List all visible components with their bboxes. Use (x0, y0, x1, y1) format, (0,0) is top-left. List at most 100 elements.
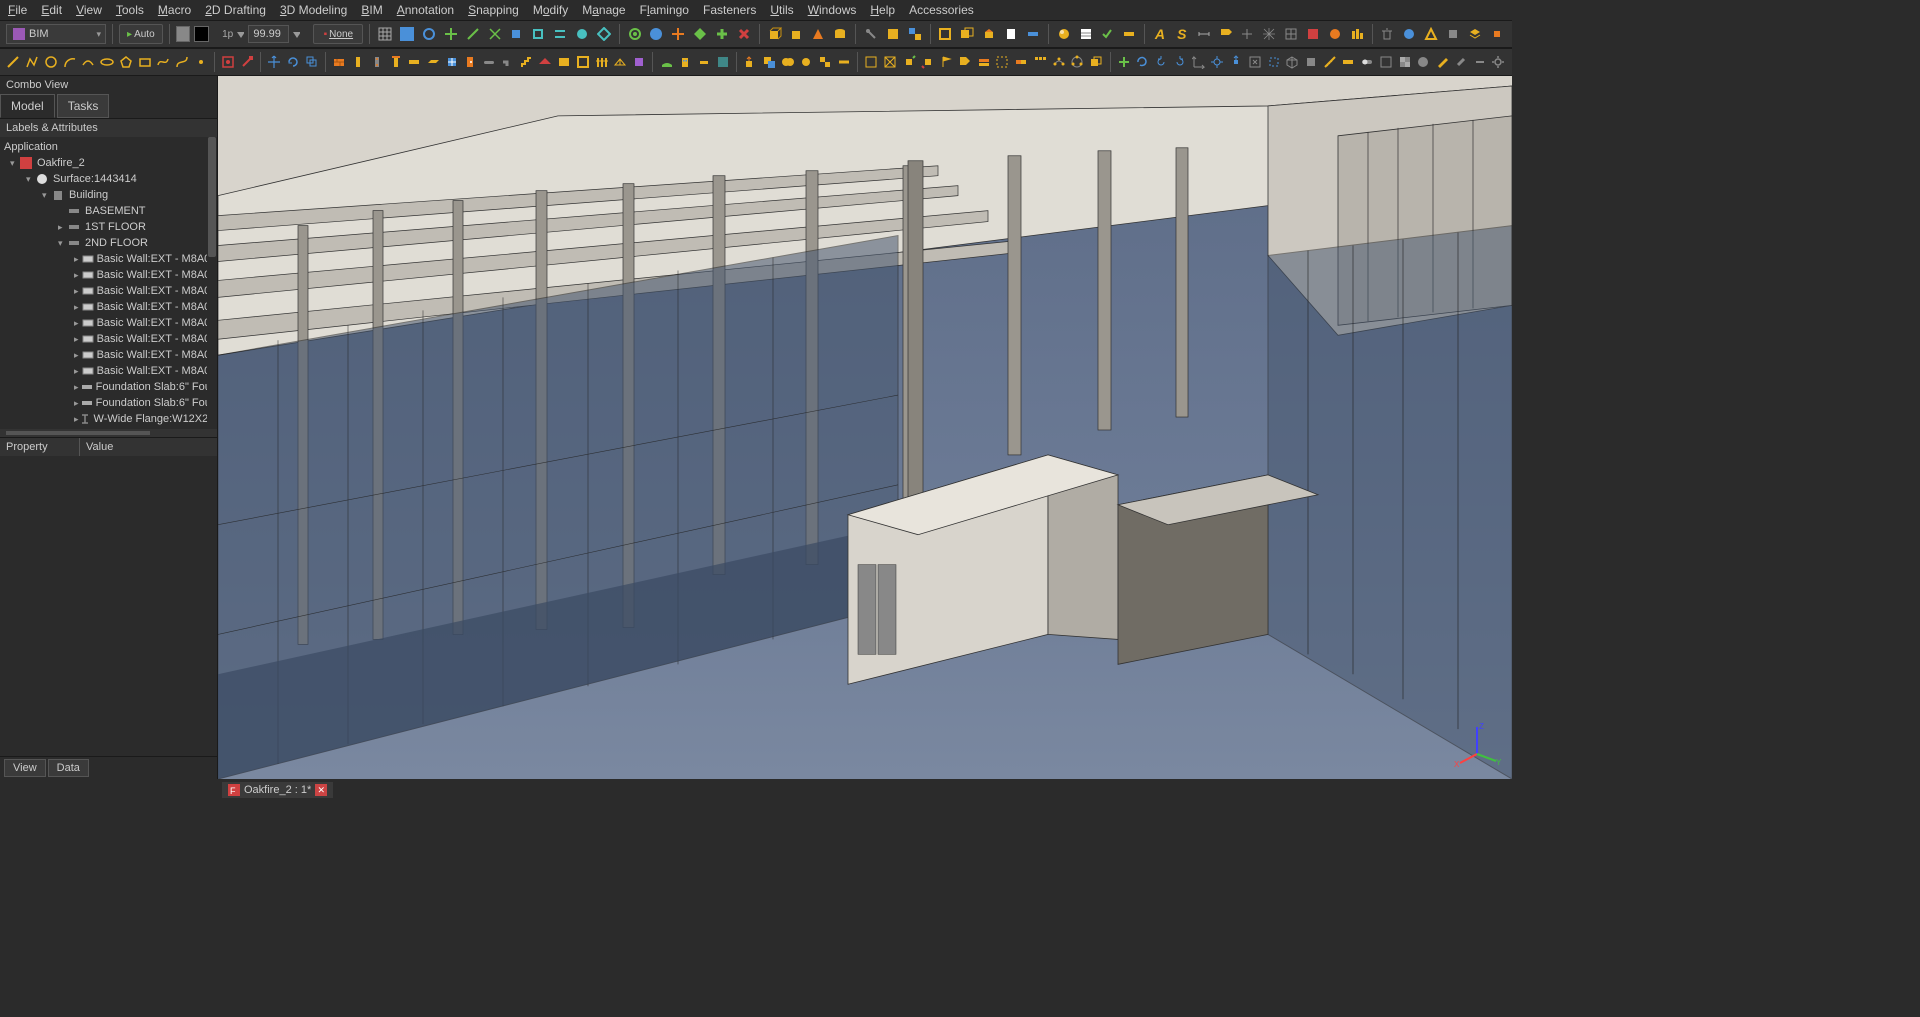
snap-spec-icon[interactable] (573, 24, 591, 44)
label-icon[interactable] (1217, 24, 1235, 44)
menu-utils[interactable]: Utils (770, 3, 793, 17)
tree-wall[interactable]: ▸Basic Wall:EXT - M8A0F (0, 315, 217, 331)
meshify-icon[interactable] (883, 52, 898, 72)
roof-icon[interactable] (538, 52, 553, 72)
space-icon[interactable] (715, 52, 730, 72)
sched-icon[interactable] (1077, 24, 1095, 44)
tree-wall[interactable]: ▸Basic Wall:EXT - M8A0F (0, 363, 217, 379)
preflight-icon[interactable] (1098, 24, 1116, 44)
tag-icon[interactable] (958, 52, 973, 72)
prop-tab-data[interactable]: Data (48, 759, 89, 777)
bspline-icon[interactable] (156, 52, 171, 72)
menu-accessories[interactable]: Accessories (909, 3, 974, 17)
refresh-icon[interactable] (1135, 52, 1150, 72)
path-array-icon[interactable] (1051, 52, 1066, 72)
material-icon[interactable] (1055, 24, 1073, 44)
menu-flamingo[interactable]: Flamingo (640, 3, 689, 17)
menu-windows[interactable]: Windows (808, 3, 857, 17)
comp-icon[interactable] (937, 24, 955, 44)
menu-file[interactable]: File (8, 3, 27, 17)
ifc-icon[interactable] (1400, 24, 1418, 44)
cyl-icon[interactable] (831, 24, 849, 44)
tree-view[interactable]: Application ▾Oakfire_2 ▾Surface:1443414 … (0, 137, 217, 429)
tree-wall[interactable]: ▸Basic Wall:EXT - M8A0F (0, 299, 217, 315)
undo-icon[interactable] (1154, 52, 1169, 72)
measure2-icon[interactable] (1341, 52, 1356, 72)
plus-icon[interactable] (1116, 52, 1131, 72)
wireframe-icon[interactable] (1379, 52, 1394, 72)
axis-sys-icon[interactable] (1260, 24, 1278, 44)
dim-icon[interactable] (1195, 24, 1213, 44)
cut-icon[interactable] (762, 52, 777, 72)
tree-project[interactable]: ▾Oakfire_2 (0, 155, 217, 171)
transform-icon[interactable] (1210, 52, 1225, 72)
stack-icon[interactable] (976, 52, 991, 72)
extrude-icon[interactable] (743, 52, 758, 72)
bimserver-icon[interactable] (1444, 24, 1462, 44)
panel-icon[interactable] (557, 52, 572, 72)
link-icon[interactable] (1024, 24, 1042, 44)
nudge-icon[interactable] (1488, 24, 1506, 44)
snap-center-icon[interactable] (442, 24, 460, 44)
draw-icon[interactable] (1435, 52, 1450, 72)
fence-icon[interactable] (594, 52, 609, 72)
snap-ext-icon[interactable] (529, 24, 547, 44)
tree-wall[interactable]: ▸Basic Wall:EXT - M8A0F (0, 283, 217, 299)
clone-icon[interactable] (958, 24, 976, 44)
pipe-icon[interactable] (482, 52, 497, 72)
move-icon[interactable] (267, 52, 282, 72)
dropdown-icon[interactable] (237, 28, 244, 40)
library-icon[interactable] (632, 52, 647, 72)
line-icon[interactable] (6, 52, 21, 72)
snap-intersect-icon[interactable] (486, 24, 504, 44)
brush-icon[interactable] (1453, 52, 1468, 72)
struct-icon[interactable] (351, 52, 366, 72)
color-icon[interactable] (1416, 52, 1431, 72)
component-icon[interactable] (1326, 24, 1344, 44)
frame-icon[interactable] (576, 52, 591, 72)
layers-icon[interactable] (1466, 24, 1484, 44)
slab-icon[interactable] (426, 52, 441, 72)
window-icon[interactable] (444, 52, 459, 72)
auto-button[interactable]: ▸Auto (119, 24, 163, 44)
face-color[interactable] (176, 26, 191, 42)
menu-annotation[interactable]: Annotation (397, 3, 454, 17)
door-icon[interactable] (463, 52, 478, 72)
placement-icon[interactable] (1191, 52, 1206, 72)
tree-building[interactable]: ▾Building (0, 187, 217, 203)
tree-application[interactable]: Application (0, 139, 217, 155)
tool-icon[interactable] (862, 24, 880, 44)
circle-icon[interactable] (43, 52, 58, 72)
clone2-icon[interactable] (1089, 52, 1104, 72)
nudge2-icon[interactable] (1229, 52, 1244, 72)
wall-icon[interactable] (332, 52, 347, 72)
menu-view[interactable]: View (76, 3, 102, 17)
tree-scrollbar[interactable] (207, 137, 217, 429)
polygon-icon[interactable] (118, 52, 133, 72)
menu-snapping[interactable]: Snapping (468, 3, 519, 17)
rect-icon[interactable] (137, 52, 152, 72)
3d-viewport[interactable]: Z X Y (218, 76, 1512, 779)
doc-tab-oakfire[interactable]: F Oakfire_2 : 1* ✕ (222, 782, 333, 798)
building-icon[interactable] (678, 52, 693, 72)
box-icon[interactable] (766, 24, 784, 44)
sketch-edit-icon[interactable] (240, 52, 255, 72)
snap-par-icon[interactable] (551, 24, 569, 44)
dropdown-icon[interactable] (293, 28, 300, 40)
draft2sketch-icon[interactable] (864, 52, 879, 72)
add-icon[interactable] (713, 24, 731, 44)
prop-tab-view[interactable]: View (4, 759, 46, 777)
menu-edit[interactable]: Edit (41, 3, 62, 17)
place2-icon[interactable] (920, 52, 935, 72)
workbench-selector[interactable]: BIM (6, 24, 106, 44)
view-fit-icon[interactable] (1247, 52, 1262, 72)
prism-icon[interactable] (809, 24, 827, 44)
ellipse-icon[interactable] (100, 52, 115, 72)
survey-icon[interactable] (1422, 24, 1440, 44)
offset-icon[interactable] (304, 52, 319, 72)
wire-icon[interactable] (25, 52, 40, 72)
menu-tools[interactable]: Tools (116, 3, 144, 17)
level-icon[interactable] (697, 52, 712, 72)
snap-perp-icon[interactable] (508, 24, 526, 44)
common-icon[interactable] (799, 52, 814, 72)
